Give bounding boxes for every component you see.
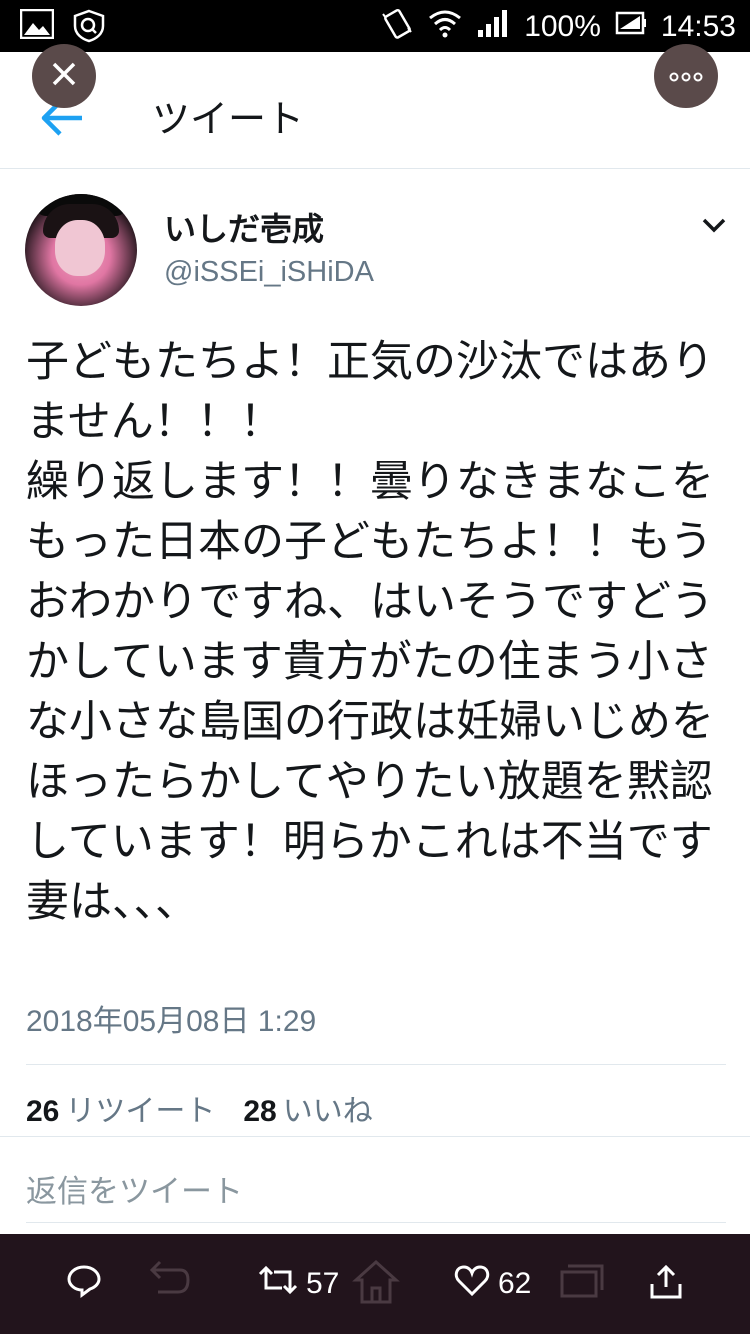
close-button[interactable] <box>32 44 96 108</box>
shield-icon <box>72 9 106 47</box>
page-title: ツイート <box>152 97 305 141</box>
vibrate-icon <box>380 6 414 48</box>
like-count: 62 <box>498 1267 532 1300</box>
avatar[interactable] <box>25 194 137 306</box>
heart-icon <box>454 1264 490 1304</box>
reply-input[interactable]: 返信をツイート <box>26 1166 243 1211</box>
signal-icon <box>476 8 510 46</box>
user-handle[interactable]: @iSSEi_iSHiDA <box>164 256 374 289</box>
battery-icon <box>615 9 647 45</box>
share-icon <box>648 1264 684 1308</box>
back-nav-icon[interactable] <box>144 1260 192 1304</box>
tweet-stats: 26 リツイート 28 いいね <box>26 1086 373 1130</box>
like-button[interactable]: 62 <box>454 1264 531 1304</box>
bottom-action-bar: 57 62 <box>0 1234 750 1334</box>
display-name[interactable]: いしだ壱成 <box>164 204 324 250</box>
retweets-stat[interactable]: 26 リツイート <box>26 1086 215 1130</box>
recent-apps-icon[interactable] <box>558 1260 606 1304</box>
retweet-count: 57 <box>306 1267 340 1300</box>
reply-icon <box>66 1264 102 1306</box>
image-icon <box>19 8 55 47</box>
tweet-text: 子どもたちよ！正気の沙汰ではありません！！！ 繰り返します！！曇りなきまなこをも… <box>26 337 714 927</box>
home-nav-icon[interactable] <box>352 1259 400 1310</box>
share-button[interactable] <box>648 1264 684 1308</box>
retweet-button[interactable]: 57 <box>258 1264 339 1304</box>
chevron-down-icon[interactable] <box>700 214 728 236</box>
close-icon <box>51 61 77 91</box>
divider <box>26 1064 726 1065</box>
more-icon <box>669 67 703 86</box>
wifi-icon <box>428 8 462 46</box>
divider <box>0 1136 750 1137</box>
tweet-timestamp: 2018年05月08日 1:29 <box>26 1005 317 1038</box>
more-button[interactable] <box>654 44 718 108</box>
header: ツイート <box>0 44 750 169</box>
divider <box>26 1222 726 1223</box>
likes-stat[interactable]: 28 いいね <box>243 1086 372 1130</box>
clock: 14:53 <box>660 10 736 43</box>
status-bar: 100% 14:53 <box>0 0 750 52</box>
battery-percent: 100% <box>524 10 601 43</box>
retweet-icon <box>258 1264 298 1304</box>
reply-button[interactable] <box>66 1264 102 1306</box>
